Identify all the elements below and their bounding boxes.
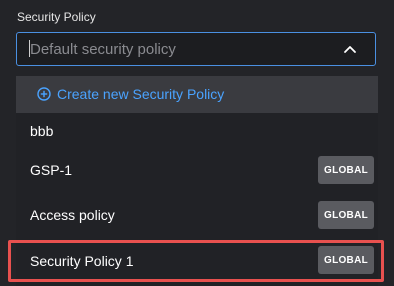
security-policy-input[interactable] (30, 40, 330, 58)
create-policy-label[interactable]: Create new Security Policy (57, 86, 224, 102)
highlight-outline (8, 240, 384, 282)
plus-circle-icon[interactable] (37, 87, 51, 101)
option-gsp-1[interactable]: GSP-1 (30, 162, 72, 178)
option-bbb[interactable]: bbb (30, 123, 53, 139)
global-badge: GLOBAL (318, 156, 374, 184)
chevron-up-icon[interactable] (340, 40, 360, 58)
option-access-policy[interactable]: Access policy (30, 207, 115, 223)
global-badge: GLOBAL (318, 201, 374, 229)
security-policy-label: Security Policy (17, 10, 96, 24)
